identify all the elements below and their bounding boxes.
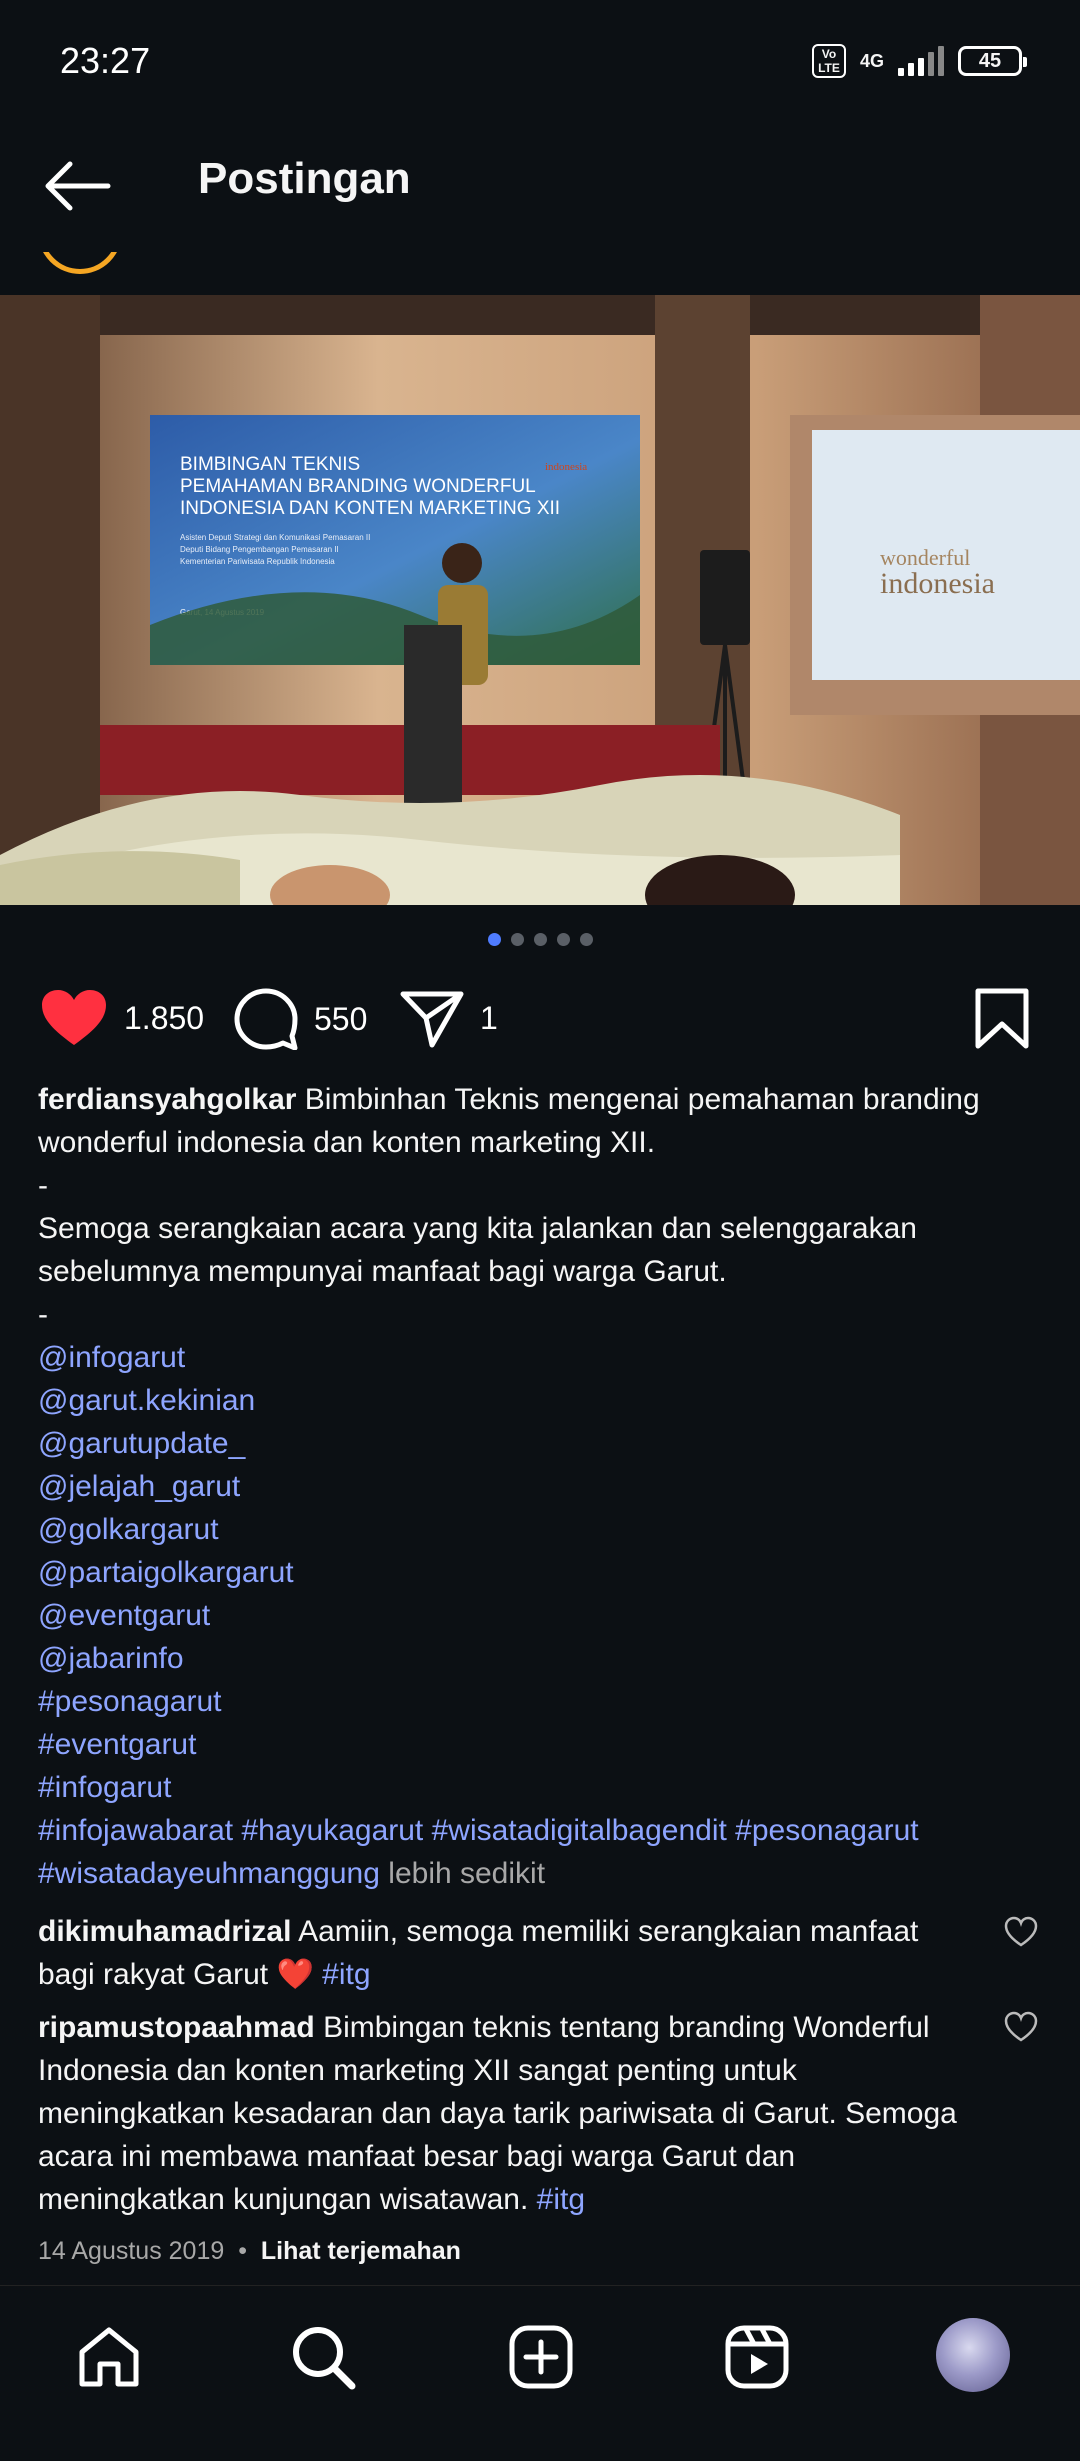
mention-link[interactable]: @partaigolkargarut (38, 1551, 1038, 1594)
bottom-navigation (0, 2285, 1080, 2461)
bookmark-icon[interactable] (974, 988, 1030, 1055)
caption-separator: - (38, 1298, 48, 1331)
banner-sub1: Asisten Deputi Strategi dan Komunikasi P… (180, 533, 370, 542)
reels-icon[interactable] (722, 2322, 792, 2392)
profile-avatar[interactable] (936, 2318, 1010, 2392)
hashtag-links[interactable]: #infojawabarat #hayukagarut #wisatadigit… (38, 1809, 1038, 1852)
author-avatar[interactable] (38, 252, 122, 276)
comment-like-icon[interactable] (1004, 1915, 1038, 1949)
hashtag-link[interactable]: #wisatadayeuhmanggung (38, 1857, 380, 1890)
hashtag-link[interactable]: #itg (322, 1958, 370, 1991)
mention-link[interactable]: @jelajah_garut (38, 1465, 1038, 1508)
banner-line2: PEMAHAMAN BRANDING WONDERFUL (180, 476, 536, 497)
event-banner: BIMBINGAN TEKNIS PEMAHAMAN BRANDING WOND… (150, 415, 640, 665)
mention-link[interactable]: @jabarinfo (38, 1637, 1038, 1680)
home-icon[interactable] (74, 2322, 144, 2392)
comment-item: ripamustopaahmad Bimbingan teknis tentan… (38, 2006, 968, 2221)
post-caption: ferdiansyahgolkar Bimbinhan Teknis menge… (38, 1078, 1038, 1895)
show-less-link[interactable]: lebih sedikit (388, 1857, 545, 1890)
app-header: Postingan (0, 130, 1080, 240)
page-title: Postingan (198, 154, 411, 203)
carousel-indicator (0, 933, 1080, 946)
see-translation-link[interactable]: Lihat terjemahan (261, 2237, 461, 2265)
caption-username[interactable]: ferdiansyahgolkar (38, 1083, 296, 1116)
heart-emoji: ❤️ (276, 1958, 314, 1991)
comment-icon (234, 988, 298, 1050)
volte-icon: Vo LTE (811, 44, 846, 78)
heart-filled-icon (42, 990, 106, 1045)
back-arrow-icon[interactable] (42, 158, 112, 214)
post-date: 14 Agustus 2019 (38, 2237, 225, 2265)
mention-link[interactable]: @golkargarut (38, 1508, 1038, 1551)
search-icon[interactable] (288, 2322, 358, 2392)
like-count: 1.850 (124, 999, 205, 1036)
banner-logo: indonesia (545, 461, 587, 473)
post-actions: 1.850 550 1 (0, 988, 1080, 1068)
post-photo[interactable]: BIMBINGAN TEKNIS PEMAHAMAN BRANDING WOND… (0, 295, 1080, 905)
hashtag-link[interactable]: #pesonagarut (38, 1680, 1038, 1723)
share-action[interactable]: 1 (400, 988, 498, 1048)
caption-text: Semoga serangkaian acara yang kita jalan… (38, 1212, 917, 1288)
comment-action[interactable]: 550 (234, 988, 367, 1050)
carousel-dot (510, 933, 524, 946)
projection-screen: wonderful indonesia (790, 415, 1080, 715)
comment-count: 550 (314, 1000, 368, 1037)
share-count: 1 (480, 999, 498, 1036)
mention-link[interactable]: @garut.kekinian (38, 1379, 1038, 1422)
signal-icon (898, 46, 944, 76)
mention-link[interactable]: @eventgarut (38, 1594, 1038, 1637)
carousel-dot (556, 933, 570, 946)
hashtag-link[interactable]: #itg (537, 2183, 585, 2216)
like-action[interactable]: 1.850 (40, 988, 204, 1048)
mention-link[interactable]: @infogarut (38, 1336, 1038, 1379)
mention-link[interactable]: @garutupdate_ (38, 1422, 1038, 1465)
banner-line3: INDONESIA DAN KONTEN MARKETING XII (180, 498, 560, 519)
create-post-icon[interactable] (506, 2322, 576, 2392)
carousel-dot (533, 933, 547, 946)
comment-like-icon[interactable] (1004, 2010, 1038, 2044)
comment-item: dikimuhamadrizal Aamiin, semoga memiliki… (38, 1910, 968, 1996)
post-meta: 14 Agustus 2019 • Lihat terjemahan (38, 2237, 461, 2266)
banner-line1: BIMBINGAN TEKNIS (180, 454, 360, 475)
banner-sub3: Kementerian Pariwisata Republik Indonesi… (180, 557, 335, 566)
meta-separator: • (238, 2237, 247, 2265)
network-type: 4G (859, 51, 884, 71)
comment-username[interactable]: dikimuhamadrizal (38, 1915, 291, 1948)
hashtag-link[interactable]: #infogarut (38, 1766, 1038, 1809)
carousel-dot (487, 933, 501, 946)
clock: 23:27 (60, 40, 151, 81)
carousel-dot (579, 933, 593, 946)
caption-separator: - (38, 1169, 48, 1202)
comment-username[interactable]: ripamustopaahmad (38, 2011, 315, 2044)
send-icon (400, 991, 464, 1048)
status-bar: 23:27 Vo LTE 4G 45 (0, 0, 1080, 130)
battery-icon: 45 (958, 46, 1027, 76)
screen-line2: indonesia (880, 567, 995, 600)
status-icons: Vo LTE 4G 45 (811, 44, 1027, 78)
banner-sub2: Deputi Bidang Pengembangan Pemasaran II (180, 545, 339, 554)
hashtag-link[interactable]: #eventgarut (38, 1723, 1038, 1766)
